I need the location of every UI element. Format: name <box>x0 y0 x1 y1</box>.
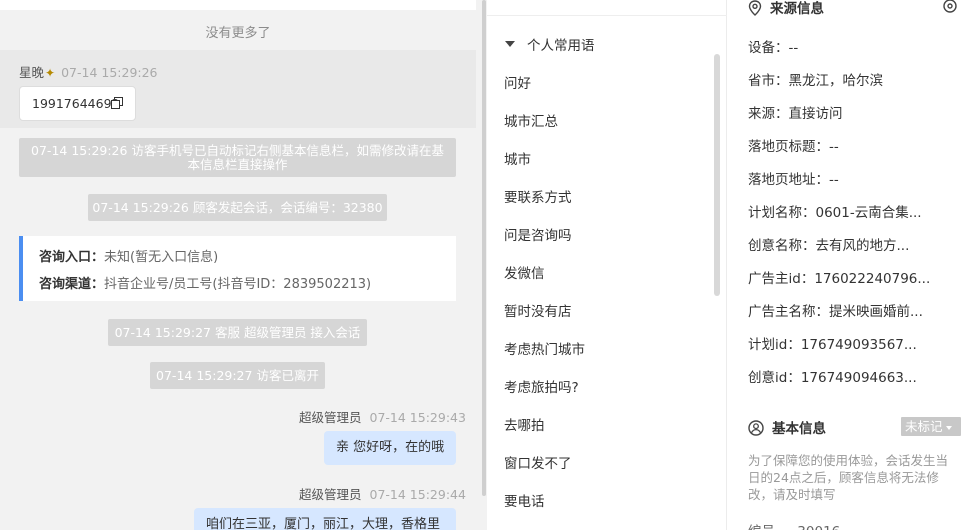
phrase-item[interactable]: 城市 <box>504 148 531 168</box>
source-field-advertiser-id: 广告主id：176022240796... <box>748 271 931 287</box>
agent-message-bubble: 亲 您好呀，在的哦 <box>324 431 457 465</box>
consult-info-card: 咨询入口：未知(暂无入口信息) 咨询渠道：抖音企业号/员工号(抖音号ID：283… <box>19 236 456 301</box>
phrase-item[interactable]: 要电话 <box>504 490 545 510</box>
entry-label: 咨询入口： <box>39 250 105 265</box>
mark-status-label: 未标记 <box>905 419 943 434</box>
common-phrases-panel: 个人常用语 问好 城市汇总 城市 要联系方式 问是咨询吗 发微信 暂时没有店 考… <box>487 0 727 530</box>
source-field-landing-url: 落地页地址：-- <box>748 172 839 188</box>
phrase-item[interactable]: 问是咨询吗 <box>504 224 572 244</box>
channel-label: 咨询渠道： <box>39 277 105 292</box>
source-field-region: 省市：黑龙江，哈尔滨 <box>748 73 883 89</box>
phrase-item[interactable]: 暂时没有店 <box>504 300 572 320</box>
source-field-source: 来源：直接访问 <box>748 106 843 122</box>
phrases-top-divider <box>487 0 727 16</box>
phrase-item[interactable]: 考虑热门城市 <box>504 338 585 358</box>
agent-name: 超级管理员 <box>299 410 362 425</box>
sparkle-star-icon: ✦ <box>45 66 56 80</box>
phrase-item[interactable]: 去哪拍 <box>504 414 545 434</box>
customer-info-panel: 来源信息 设备：-- 省市：黑龙江，哈尔滨 来源：直接访问 落地页标题：-- 落… <box>728 0 961 530</box>
source-field-advertiser-name: 广告主名称：提米映画婚前... <box>748 304 923 320</box>
visitor-phone-bubble: 19917644692 <box>19 86 136 121</box>
number-value: 30016 <box>797 524 840 530</box>
user-circle-icon <box>748 420 764 436</box>
basic-info-title: 基本信息 <box>748 417 826 437</box>
agent-sender-line: 超级管理员 07-14 15:29:43 <box>299 407 466 426</box>
chat-top-divider <box>0 0 476 10</box>
agent-message-time: 07-14 15:29:43 <box>369 410 466 425</box>
system-message: 07-14 15:29:27 访客已离开 <box>150 362 325 389</box>
phrases-scrollbar[interactable] <box>714 54 720 296</box>
system-message: 07-14 15:29:26 顾客发起会话，会话编号：32380 <box>88 194 387 221</box>
basic-info-title-text: 基本信息 <box>772 421 826 437</box>
mark-status-dropdown[interactable]: 未标记 <box>901 417 961 436</box>
source-field-device: 设备：-- <box>748 40 799 56</box>
phrase-item[interactable]: 问好 <box>504 72 531 92</box>
source-field-creative-id: 创意id：176749094663... <box>748 370 917 386</box>
number-label: 编号 <box>748 524 775 530</box>
agent-message-bubble: 咱们在三亚，厦门，丽江，大理，香格里 <box>194 508 456 530</box>
visitor-phone-number: 19917644692 <box>32 96 120 111</box>
caret-down-icon <box>505 41 515 47</box>
phrase-item[interactable]: 要联系方式 <box>504 186 572 206</box>
agent-message-time: 07-14 15:29:44 <box>369 487 466 502</box>
system-message: 07-14 15:29:27 客服 超级管理员 接入会话 <box>108 319 367 346</box>
phrase-group-title: 个人常用语 <box>527 38 595 54</box>
source-info-title-text: 来源信息 <box>770 1 824 17</box>
source-field-landing-title: 落地页标题：-- <box>748 139 839 155</box>
phrase-group-header[interactable]: 个人常用语 <box>505 34 595 54</box>
entry-value: 未知(暂无入口信息) <box>104 250 219 265</box>
copy-icon[interactable] <box>111 97 123 109</box>
visitor-sender-line: 星晚✦ 07-14 15:29:26 <box>19 62 158 81</box>
phrase-item[interactable]: 考虑旅拍吗? <box>504 376 579 396</box>
number-field: 编号 30016 <box>748 520 840 530</box>
visitor-name: 星晚 <box>19 65 45 80</box>
location-pin-icon <box>748 0 762 16</box>
edit-deadline-notice: 为了保障您的使用体验，会话发生当日的24点之后，顾客信息将无法修改，请及时填写 <box>748 453 949 502</box>
source-info-title: 来源信息 <box>748 0 824 17</box>
settings-icon[interactable] <box>942 0 958 14</box>
chat-scrollbar-thumb[interactable] <box>482 0 486 496</box>
agent-sender-line: 超级管理员 07-14 15:29:44 <box>299 484 466 503</box>
source-field-plan-id: 计划id：176749093567... <box>748 337 917 353</box>
source-field-plan-name: 计划名称：0601-云南合集... <box>748 205 922 221</box>
phrase-item[interactable]: 城市汇总 <box>504 110 558 130</box>
system-message: 07-14 15:29:26 访客手机号已自动标记右侧基本信息栏，如需修改请在基… <box>19 138 456 177</box>
dropdown-arrow-icon <box>945 425 952 430</box>
channel-value: 抖音企业号/员工号(抖音号ID：2839502213) <box>104 277 372 292</box>
phrase-item[interactable]: 发微信 <box>504 262 545 282</box>
agent-name: 超级管理员 <box>299 487 362 502</box>
no-more-label: 没有更多了 <box>205 26 271 41</box>
visitor-message-time: 07-14 15:29:26 <box>61 65 158 80</box>
phrase-item[interactable]: 窗口发不了 <box>504 452 572 472</box>
chat-panel: 没有更多了 星晚✦ 07-14 15:29:26 19917644692 07-1… <box>0 0 487 530</box>
source-field-creative-name: 创意名称：去有风的地方... <box>748 238 910 254</box>
